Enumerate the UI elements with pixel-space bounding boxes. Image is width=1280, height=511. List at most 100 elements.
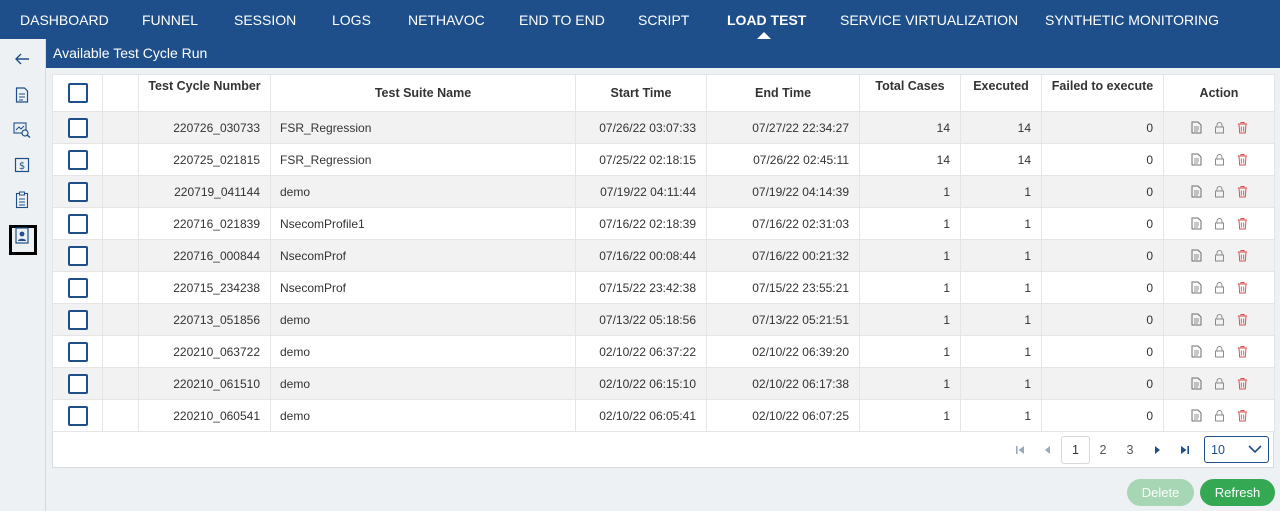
view-report-icon[interactable] (1191, 249, 1202, 262)
page-3-button[interactable]: 3 (1118, 436, 1142, 464)
lock-icon[interactable] (1214, 281, 1225, 294)
row-checkbox[interactable] (67, 341, 88, 362)
view-report-icon[interactable] (1191, 217, 1202, 230)
lock-icon[interactable] (1214, 345, 1225, 358)
user-profile-icon[interactable] (11, 224, 33, 246)
cell-failed-to-execute: 0 (1041, 207, 1164, 240)
cell-test-cycle-number: 220210_063722 (138, 335, 271, 368)
nav-session[interactable]: SESSION (234, 0, 296, 39)
cell-end-time: 07/16/22 00:21:32 (706, 239, 860, 272)
lock-icon[interactable] (1214, 409, 1225, 422)
cell-test-cycle-number: 220716_000844 (138, 239, 271, 272)
page-1-button[interactable]: 1 (1061, 436, 1090, 464)
cell-actions (1163, 271, 1275, 304)
row-select-cell (52, 175, 103, 208)
document-icon[interactable] (11, 84, 33, 106)
view-report-icon[interactable] (1191, 409, 1202, 422)
row-checkbox[interactable] (67, 181, 88, 202)
table-row[interactable]: 220715_234238 NsecomProf 07/15/22 23:42:38… (52, 271, 1275, 304)
delete-trash-icon[interactable] (1237, 377, 1248, 390)
delete-trash-icon[interactable] (1237, 153, 1248, 166)
row-blank-cell (102, 175, 139, 208)
lock-icon[interactable] (1214, 153, 1225, 166)
delete-trash-icon[interactable] (1237, 249, 1248, 262)
prev-page-button[interactable] (1038, 436, 1056, 464)
nav-nethavoc[interactable]: NETHAVOC (408, 0, 485, 39)
clipboard-list-icon[interactable] (11, 189, 33, 211)
table-row[interactable]: 220210_060541 demo 02/10/22 06:05:41 02/10/… (52, 399, 1275, 432)
last-page-button[interactable] (1176, 436, 1194, 464)
nav-dashboard[interactable]: DASHBOARD (20, 0, 109, 39)
nav-end-to-end[interactable]: END TO END (519, 0, 605, 39)
cell-actions (1163, 399, 1275, 432)
nav-service-virtualization[interactable]: SERVICE VIRTUALIZATION (840, 0, 1018, 39)
lock-icon[interactable] (1214, 249, 1225, 262)
first-page-button[interactable] (1011, 436, 1029, 464)
lock-icon[interactable] (1214, 185, 1225, 198)
nav-synthetic-monitoring[interactable]: SYNTHETIC MONITORING (1045, 0, 1219, 39)
delete-trash-icon[interactable] (1237, 217, 1248, 230)
nav-funnel[interactable]: FUNNEL (142, 0, 198, 39)
dollar-doc-icon[interactable]: $ (11, 154, 33, 176)
table-row[interactable]: 220716_021839 NsecomProfile1 07/16/22 02:1… (52, 207, 1275, 240)
nav-logs[interactable]: LOGS (332, 0, 371, 39)
refresh-button[interactable]: Refresh (1200, 479, 1275, 506)
row-checkbox[interactable] (67, 373, 88, 394)
delete-trash-icon[interactable] (1237, 313, 1248, 326)
row-checkbox[interactable] (67, 405, 88, 426)
row-select-cell (52, 143, 103, 176)
lock-icon[interactable] (1214, 121, 1225, 134)
back-arrow-icon[interactable] (11, 48, 33, 70)
cell-failed-to-execute: 0 (1041, 335, 1164, 368)
view-report-icon[interactable] (1191, 185, 1202, 198)
table-row[interactable]: 220716_000844 NsecomProf 07/16/22 00:08:44… (52, 239, 1275, 272)
header-test-suite-name[interactable]: Test Suite Name (270, 74, 576, 112)
table-row[interactable]: 220719_041144 demo 07/19/22 04:11:44 07/19/… (52, 175, 1275, 208)
delete-trash-icon[interactable] (1237, 409, 1248, 422)
view-report-icon[interactable] (1191, 121, 1202, 134)
table-row[interactable]: 220210_063722 demo 02/10/22 06:37:22 02/10/… (52, 335, 1275, 368)
delete-button[interactable]: Delete (1127, 479, 1194, 506)
row-checkbox[interactable] (67, 245, 88, 266)
lock-icon[interactable] (1214, 217, 1225, 230)
header-test-cycle-number[interactable]: Test Cycle Number (138, 74, 271, 112)
header-failed-to-execute[interactable]: Failed to execute (1041, 74, 1164, 112)
table-row[interactable]: 220713_051856 demo 07/13/22 05:18:56 07/13/… (52, 303, 1275, 336)
header-total-cases[interactable]: Total Cases (859, 74, 961, 112)
select-all-checkbox[interactable] (67, 83, 88, 103)
delete-trash-icon[interactable] (1237, 121, 1248, 134)
cell-test-suite-name: demo (270, 175, 576, 208)
row-checkbox[interactable] (67, 277, 88, 298)
header-end-time[interactable]: End Time (706, 74, 860, 112)
cell-start-time: 07/13/22 05:18:56 (575, 303, 707, 336)
page-size-select[interactable]: 10 (1204, 436, 1269, 463)
table-row[interactable]: 220726_030733 FSR_Regression 07/26/22 03:0… (52, 111, 1275, 144)
page-2-button[interactable]: 2 (1091, 436, 1115, 464)
cell-executed: 1 (960, 303, 1042, 336)
header-executed[interactable]: Executed (960, 74, 1042, 112)
view-report-icon[interactable] (1191, 345, 1202, 358)
delete-trash-icon[interactable] (1237, 185, 1248, 198)
lock-icon[interactable] (1214, 313, 1225, 326)
row-blank-cell (102, 367, 139, 400)
view-report-icon[interactable] (1191, 153, 1202, 166)
row-checkbox[interactable] (67, 149, 88, 170)
row-checkbox[interactable] (67, 213, 88, 234)
header-start-time[interactable]: Start Time (575, 74, 707, 112)
view-report-icon[interactable] (1191, 377, 1202, 390)
view-report-icon[interactable] (1191, 281, 1202, 294)
row-checkbox[interactable] (67, 309, 88, 330)
cell-executed: 1 (960, 399, 1042, 432)
delete-trash-icon[interactable] (1237, 281, 1248, 294)
view-report-icon[interactable] (1191, 313, 1202, 326)
cell-actions (1163, 239, 1275, 272)
nav-script[interactable]: SCRIPT (638, 0, 689, 39)
table-row[interactable]: 220725_021815 FSR_Regression 07/25/22 02:1… (52, 143, 1275, 176)
table-row[interactable]: 220210_061510 demo 02/10/22 06:15:10 02/10/… (52, 367, 1275, 400)
lock-icon[interactable] (1214, 377, 1225, 390)
next-page-button[interactable] (1149, 436, 1167, 464)
search-chart-icon[interactable] (11, 119, 33, 141)
delete-trash-icon[interactable] (1237, 345, 1248, 358)
table-body: 220726_030733 FSR_Regression 07/26/22 03:0… (52, 111, 1275, 432)
row-checkbox[interactable] (67, 117, 88, 138)
